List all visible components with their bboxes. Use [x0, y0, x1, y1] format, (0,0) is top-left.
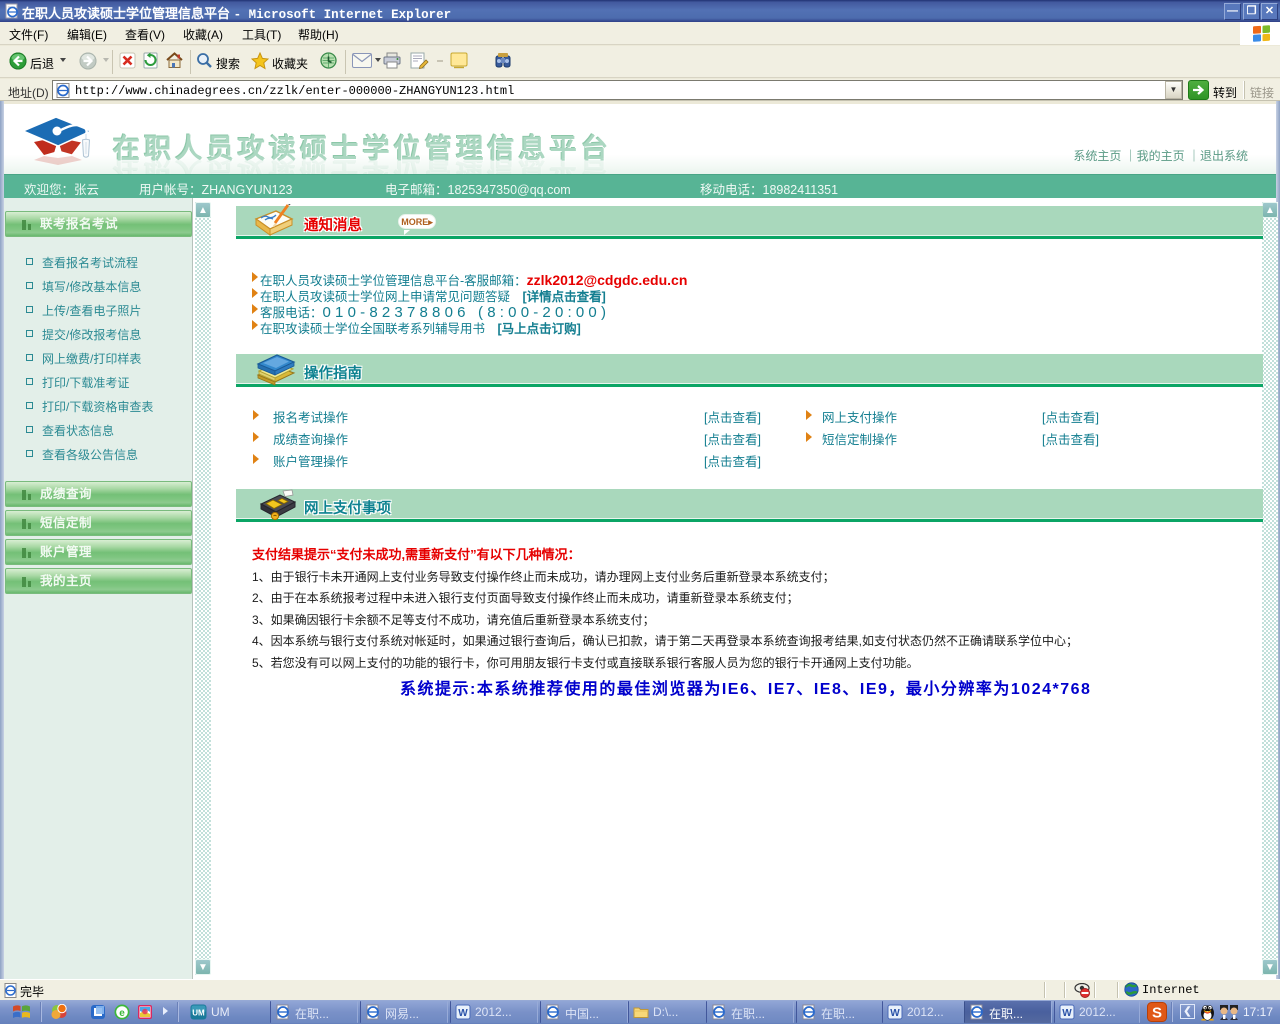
svg-text:W: W [458, 1008, 468, 1019]
svg-text:S: S [1152, 1005, 1162, 1022]
svg-text:W: W [890, 1008, 900, 1019]
svg-text:UM: UM [192, 1009, 205, 1018]
svg-text:e: e [119, 1008, 125, 1019]
svg-text:W: W [1062, 1008, 1072, 1019]
